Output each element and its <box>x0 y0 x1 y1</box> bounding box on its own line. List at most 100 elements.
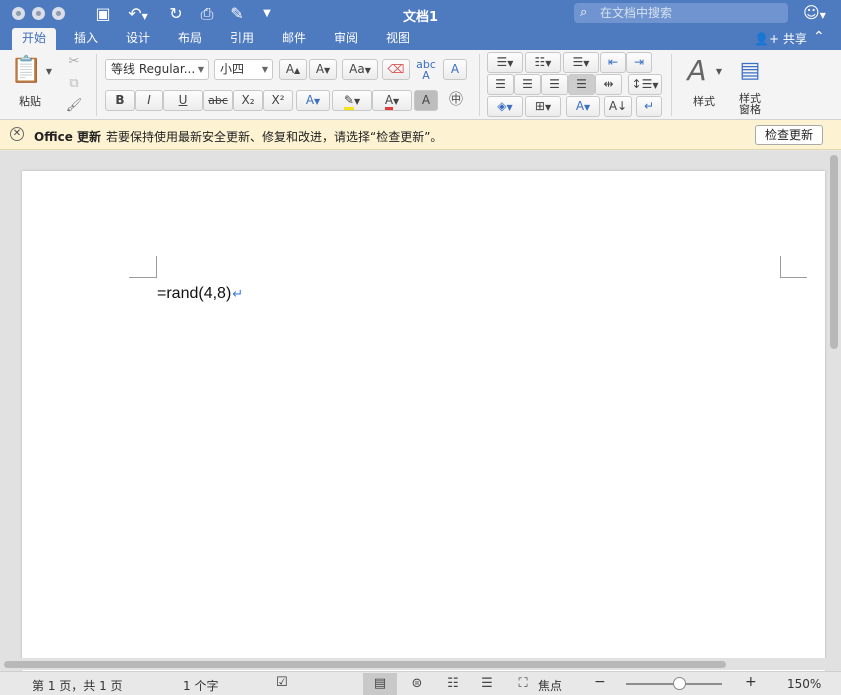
superscript-button[interactable]: X² <box>263 90 293 111</box>
shading-button[interactable]: ◈▼ <box>487 96 523 117</box>
ribbon-divider <box>479 54 480 116</box>
borders-button[interactable]: ⊞▼ <box>525 96 561 117</box>
align-right-button[interactable]: ☰ <box>541 74 568 95</box>
text-effects-button[interactable]: A▼ <box>296 90 330 111</box>
italic-button[interactable]: I <box>135 90 163 111</box>
tab-design[interactable]: 设计 <box>116 28 160 50</box>
font-size-select[interactable]: 小四 ▼ <box>214 59 273 80</box>
document-text: =rand(4,8) <box>157 285 232 302</box>
ribbon-divider <box>671 54 672 116</box>
enclose-characters-icon[interactable]: ㊥ <box>444 90 468 110</box>
tab-view[interactable]: 视图 <box>376 28 420 50</box>
justify-button[interactable]: ☰ <box>568 74 595 95</box>
collapse-ribbon-icon[interactable]: ⌃ <box>813 29 825 45</box>
bullets-button[interactable]: ☰▼ <box>487 52 523 73</box>
clear-formatting-button[interactable]: ⌫ <box>382 59 410 80</box>
highlight-color-button[interactable]: ✎▼ <box>332 90 372 111</box>
styles-pane-icon[interactable]: ▤ <box>736 56 764 86</box>
share-button[interactable]: 👤+ 共享 <box>754 30 807 48</box>
tab-home[interactable]: 开始 <box>12 28 57 50</box>
vertical-scrollbar[interactable] <box>829 153 839 669</box>
font-color-icon: A <box>384 93 394 110</box>
cut-icon[interactable]: ✂ <box>64 52 84 72</box>
document-body-text[interactable]: =rand(4,8)↵ <box>157 285 243 303</box>
page-count[interactable]: 第 1 页，共 1 页 <box>32 677 123 694</box>
ribbon-tabs: 开始 插入 设计 布局 引用 邮件 审阅 视图 👤+ 共享 ⌃ <box>0 28 841 50</box>
styles-pane-label[interactable]: 样式 窗格 <box>732 93 768 115</box>
font-name-select[interactable]: 等线 Regular... ▼ <box>105 59 209 80</box>
draft-view-button[interactable]: ☰ <box>470 673 504 695</box>
font-color-button[interactable]: A▼ <box>372 90 412 111</box>
word-count[interactable]: 1 个字 <box>183 677 218 694</box>
decrease-indent-button[interactable]: ⇤ <box>600 52 626 73</box>
show-formatting-marks-button[interactable]: ↵ <box>636 96 662 117</box>
bold-button[interactable]: B <box>105 90 135 111</box>
paste-options-chevron-icon[interactable]: ▼ <box>44 62 54 82</box>
multilevel-list-button[interactable]: ☰▼ <box>563 52 599 73</box>
tab-insert[interactable]: 插入 <box>64 28 108 50</box>
asian-layout-button[interactable]: A▼ <box>566 96 600 117</box>
paragraph-mark: ↵ <box>232 286 244 301</box>
font-size-value: 小四 <box>220 62 245 76</box>
share-label: 共享 <box>782 32 807 46</box>
dismiss-notification-icon[interactable]: ✕ <box>10 127 24 141</box>
styles-chevron-icon[interactable]: ▼ <box>714 62 724 82</box>
search-input[interactable]: ⌕ 在文档中搜索 <box>574 3 788 23</box>
sort-button[interactable]: A↓ <box>604 96 632 117</box>
crop-mark-left <box>129 256 157 278</box>
line-spacing-button[interactable]: ↕☰▼ <box>628 74 662 95</box>
format-painter-icon[interactable]: 🖌 <box>64 96 84 116</box>
character-shading-button[interactable]: A <box>414 90 438 111</box>
outline-view-button[interactable]: ☷ <box>436 673 470 695</box>
print-layout-view-button[interactable]: ▤ <box>363 673 397 695</box>
horizontal-scrollbar[interactable] <box>0 658 841 670</box>
phonetic-guide-button[interactable]: abc A <box>413 59 439 81</box>
ribbon-divider <box>96 54 97 116</box>
document-page[interactable]: =rand(4,8)↵ <box>22 171 825 671</box>
check-updates-button[interactable]: 检查更新 <box>755 125 823 145</box>
focus-label[interactable]: 焦点 <box>538 677 562 694</box>
web-layout-view-button[interactable]: ⊜ <box>400 673 434 695</box>
increase-indent-button[interactable]: ⇥ <box>626 52 652 73</box>
paste-label: 粘贴 <box>19 95 41 108</box>
tab-layout[interactable]: 布局 <box>168 28 212 50</box>
tab-review[interactable]: 审阅 <box>324 28 368 50</box>
styles-label: 样式 <box>693 95 715 108</box>
align-left-button[interactable]: ☰ <box>487 74 514 95</box>
document-canvas: =rand(4,8)↵ <box>0 151 841 671</box>
highlighter-icon: ✎ <box>343 93 354 110</box>
zoom-in-button[interactable]: + <box>745 674 757 690</box>
paste-icon[interactable]: 📋 <box>10 54 42 88</box>
add-person-icon: 👤+ <box>754 32 779 46</box>
copy-icon[interactable]: ⧉ <box>64 74 84 94</box>
focus-mode-icon[interactable]: ⛶ <box>506 673 540 695</box>
zoom-percent[interactable]: 150% <box>787 677 821 691</box>
grow-font-button[interactable]: A▲ <box>279 59 307 80</box>
character-border-button[interactable]: A <box>443 59 467 80</box>
zoom-slider-knob[interactable] <box>673 677 686 690</box>
notification-message: 若要保持使用最新安全更新、修复和改进，请选择“检查更新”。 <box>106 130 443 144</box>
change-case-button[interactable]: Aa▼ <box>342 59 378 80</box>
word-window: ▣ ↶▼ ↻ ⎙ ✎ ▼ 文档1 ⌕ 在文档中搜索 ☺▼ 开始 插入 设计 布局… <box>0 0 841 695</box>
crop-mark-right <box>780 256 807 278</box>
search-icon: ⌕ <box>580 5 588 20</box>
search-placeholder: 在文档中搜索 <box>600 6 673 20</box>
styles-icon[interactable]: A <box>683 54 711 88</box>
tab-mailings[interactable]: 邮件 <box>272 28 316 50</box>
vertical-scroll-thumb[interactable] <box>830 155 838 349</box>
feedback-smiley-icon[interactable]: ☺▼ <box>803 3 826 22</box>
tab-references[interactable]: 引用 <box>220 28 264 50</box>
subscript-button[interactable]: X₂ <box>233 90 263 111</box>
title-bar: ▣ ↶▼ ↻ ⎙ ✎ ▼ 文档1 ⌕ 在文档中搜索 ☺▼ <box>0 0 841 28</box>
zoom-out-button[interactable]: − <box>594 674 606 690</box>
numbering-button[interactable]: ☷▼ <box>525 52 561 73</box>
strikethrough-button[interactable]: abc <box>203 90 233 111</box>
proofing-icon[interactable]: ☑ <box>276 675 288 690</box>
underline-button[interactable]: U <box>163 90 203 111</box>
align-center-button[interactable]: ☰ <box>514 74 541 95</box>
horizontal-scroll-thumb[interactable] <box>4 661 726 668</box>
ribbon-home: 📋 ▼ 粘贴 ✂ ⧉ 🖌 等线 Regular... ▼ 小四 ▼ A▲ A▼ Aa… <box>0 50 841 120</box>
shrink-font-button[interactable]: A▼ <box>309 59 337 80</box>
distributed-align-button[interactable]: ⇹ <box>595 74 622 95</box>
update-notification-bar: ✕ Office 更新 若要保持使用最新安全更新、修复和改进，请选择“检查更新”… <box>0 120 841 150</box>
